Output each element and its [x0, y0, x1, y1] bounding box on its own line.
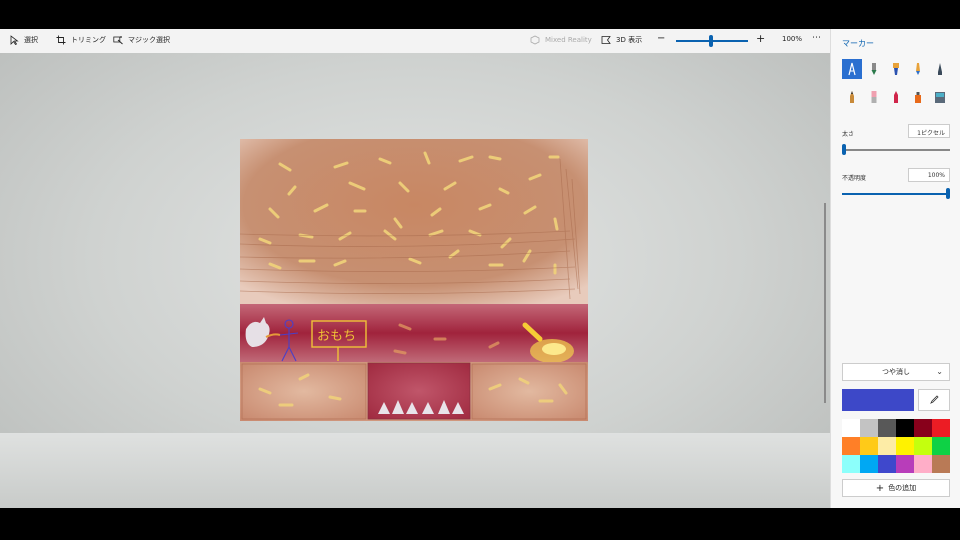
panel-title: マーカー — [842, 39, 874, 48]
magic-select-icon — [113, 36, 123, 45]
color-swatch[interactable] — [932, 419, 950, 437]
eraser-icon — [871, 91, 877, 103]
color-swatch[interactable] — [878, 419, 896, 437]
plus-icon: + — [875, 482, 885, 494]
bottom-box-left — [241, 363, 367, 420]
pixel-pen-icon — [916, 63, 920, 75]
color-swatch[interactable] — [914, 419, 932, 437]
paint3d-window: 選択 トリミング マジック選択 Mixed Reality 3D 表示 − + … — [0, 29, 960, 530]
color-palette — [842, 419, 950, 473]
color-swatch[interactable] — [878, 455, 896, 473]
opacity-slider[interactable] — [842, 193, 950, 195]
mixed-reality-icon — [530, 35, 540, 45]
size-slider[interactable] — [842, 149, 950, 151]
crop-button[interactable]: トリミング — [56, 35, 106, 45]
chevron-down-icon: ⌄ — [936, 367, 943, 376]
top-toolbar: 選択 トリミング マジック選択 Mixed Reality 3D 表示 − + … — [0, 29, 830, 53]
more-icon: ⋯ — [812, 33, 821, 43]
zoom-value-label: 100% — [782, 35, 803, 43]
magic-select-label: マジック選択 — [128, 36, 170, 44]
oil-brush-tool[interactable] — [864, 59, 884, 79]
canvas-artwork: おもち — [240, 139, 588, 421]
zoom-value[interactable]: 100% — [782, 35, 802, 43]
zoom-slider-thumb[interactable] — [709, 35, 713, 47]
mixed-reality-label: Mixed Reality — [545, 36, 592, 44]
select-label: 選択 — [24, 36, 38, 44]
opacity-input[interactable]: 100% — [908, 168, 950, 182]
color-swatch[interactable] — [932, 455, 950, 473]
magic-select-button[interactable]: マジック選択 — [113, 35, 170, 45]
color-swatch[interactable] — [842, 455, 860, 473]
view3d-label: 3D 表示 — [616, 36, 643, 44]
add-color-button[interactable]: + 色の追加 — [842, 479, 950, 497]
crayon-tool[interactable] — [842, 87, 862, 107]
size-label: 太さ — [842, 131, 855, 138]
finish-value: つや消し — [882, 368, 910, 376]
color-swatch[interactable] — [860, 419, 878, 437]
pencil-icon — [938, 63, 942, 75]
color-swatch[interactable] — [878, 437, 896, 455]
eyedropper-icon — [930, 395, 939, 404]
crayon-icon — [850, 91, 854, 103]
color-swatch[interactable] — [914, 437, 932, 455]
calligraphy-pen-tool[interactable] — [842, 59, 862, 79]
watercolor-tool[interactable] — [886, 59, 906, 79]
color-swatch[interactable] — [860, 437, 878, 455]
workspace-floor — [0, 433, 830, 508]
more-menu-button[interactable]: ⋯ — [812, 33, 821, 43]
minus-icon: − — [657, 33, 666, 44]
finish-dropdown[interactable]: つや消し ⌄ — [842, 363, 950, 381]
color-swatch[interactable] — [932, 437, 950, 455]
eyedropper-button[interactable] — [918, 389, 950, 411]
workspace[interactable]: おもち — [0, 53, 830, 530]
crop-icon — [56, 35, 66, 45]
watercolor-icon — [893, 63, 899, 75]
brush-panel: マーカー 太さ 1ピクセル 不透明度 100% つや消し ⌄ + 色の追加 — [830, 29, 960, 508]
pixel-pen-tool[interactable] — [908, 59, 928, 79]
zoom-in-button[interactable]: + — [756, 32, 765, 45]
fill-bucket-tool[interactable] — [930, 87, 950, 107]
crop-label: トリミング — [71, 36, 106, 44]
color-swatch[interactable] — [914, 455, 932, 473]
eraser-tool[interactable] — [864, 87, 884, 107]
cursor-icon — [10, 35, 19, 45]
vertical-scrollbar[interactable] — [824, 203, 826, 403]
view3d-icon — [601, 36, 611, 44]
spray-can-icon — [915, 92, 921, 103]
color-swatch[interactable] — [860, 455, 878, 473]
select-button[interactable]: 選択 — [9, 35, 38, 45]
size-input[interactable]: 1ピクセル — [908, 124, 950, 138]
view3d-button[interactable]: 3D 表示 — [601, 35, 642, 45]
current-color-swatch[interactable] — [842, 389, 914, 411]
color-swatch[interactable] — [896, 455, 914, 473]
size-slider-thumb[interactable] — [842, 144, 846, 155]
drawing-canvas[interactable]: おもち — [240, 139, 588, 421]
marker-icon — [894, 91, 898, 103]
top-area — [240, 139, 588, 304]
sign-text: おもち — [317, 329, 356, 344]
color-swatch[interactable] — [842, 419, 860, 437]
plus-icon: + — [756, 32, 766, 45]
color-swatch[interactable] — [896, 437, 914, 455]
zoom-out-button[interactable]: − — [657, 33, 665, 44]
add-color-label: 色の追加 — [888, 484, 917, 492]
color-swatch[interactable] — [842, 437, 860, 455]
letterbox-top — [0, 0, 960, 29]
fill-bucket-icon — [935, 92, 945, 103]
pencil-tool[interactable] — [930, 59, 950, 79]
spray-can-tool[interactable] — [908, 87, 928, 107]
marker-tool[interactable] — [886, 87, 906, 107]
opacity-slider-thumb[interactable] — [946, 188, 950, 199]
letterbox-bottom — [0, 508, 960, 540]
color-swatch[interactable] — [896, 419, 914, 437]
calligraphy-pen-icon — [848, 62, 856, 76]
bottom-box-right — [471, 363, 587, 420]
oil-brush-icon — [871, 63, 877, 75]
mixed-reality-button[interactable]: Mixed Reality — [530, 35, 592, 45]
opacity-label: 不透明度 — [842, 175, 867, 182]
